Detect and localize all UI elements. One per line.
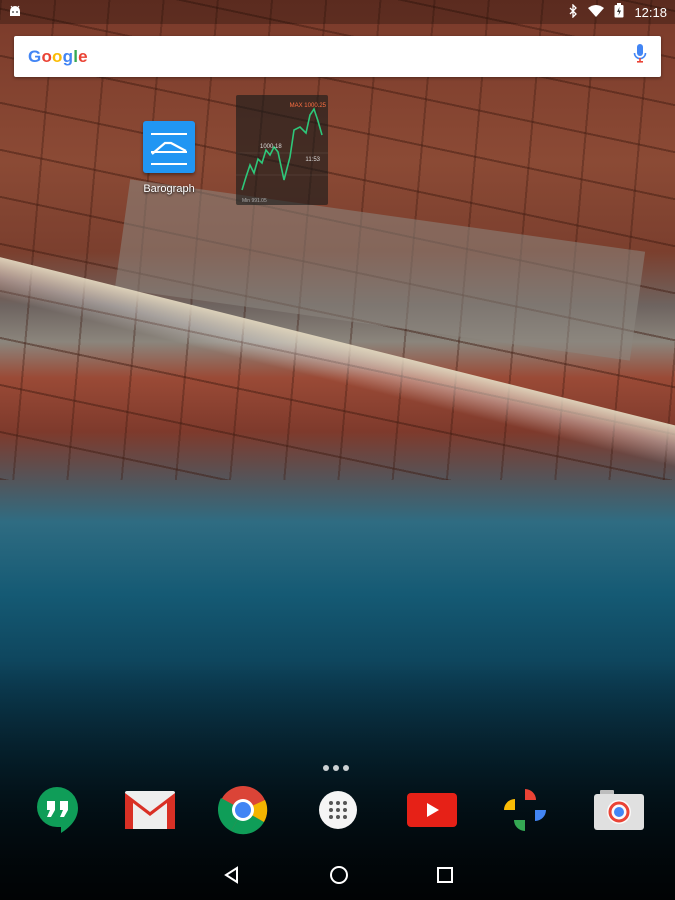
page-dot bbox=[323, 765, 329, 771]
barograph-icon bbox=[143, 121, 195, 173]
navigation-bar bbox=[0, 855, 675, 900]
dock bbox=[0, 785, 675, 837]
widget-footer-label: Min 991.05 bbox=[242, 198, 267, 204]
photos-icon[interactable] bbox=[500, 785, 550, 835]
mic-icon[interactable] bbox=[633, 44, 647, 69]
google-logo: Google bbox=[28, 46, 88, 66]
gmail-icon[interactable] bbox=[125, 785, 175, 835]
battery-icon bbox=[614, 3, 624, 21]
chrome-icon[interactable] bbox=[218, 785, 268, 835]
page-indicator bbox=[323, 765, 349, 771]
recents-icon[interactable] bbox=[436, 867, 453, 888]
barograph-app-shortcut[interactable]: Barograph bbox=[143, 121, 195, 195]
camera-icon[interactable] bbox=[594, 785, 644, 835]
home-icon[interactable] bbox=[329, 865, 349, 890]
widget-max-label: MAX 1000.25 bbox=[290, 103, 327, 109]
widget-current-value: 1000.18 bbox=[260, 144, 282, 150]
app-label: Barograph bbox=[143, 183, 195, 195]
page-dot bbox=[333, 765, 339, 771]
youtube-icon[interactable] bbox=[407, 785, 457, 835]
bluetooth-icon bbox=[569, 2, 578, 21]
status-bar: 12:18 bbox=[0, 0, 675, 24]
android-icon bbox=[8, 5, 22, 20]
app-drawer-icon[interactable] bbox=[313, 785, 363, 835]
widget-time-label: 11:53 bbox=[305, 157, 320, 163]
clock: 12:18 bbox=[634, 4, 667, 20]
barograph-widget[interactable]: MAX 1000.25 1000.18 11:53 Min 991.05 bbox=[236, 95, 328, 205]
pressure-line bbox=[241, 107, 323, 191]
back-icon[interactable] bbox=[223, 866, 241, 889]
hangouts-icon[interactable] bbox=[32, 785, 82, 835]
google-search-bar[interactable]: Google bbox=[14, 36, 661, 77]
page-dot bbox=[343, 765, 349, 771]
wifi-icon bbox=[588, 4, 605, 20]
